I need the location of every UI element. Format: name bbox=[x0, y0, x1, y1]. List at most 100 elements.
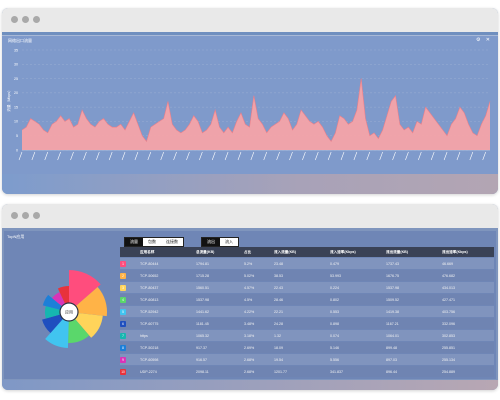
cell-out-rate: 476.682 bbox=[442, 273, 455, 278]
panel-title: TopN应用 bbox=[7, 234, 25, 239]
table-row[interactable]: 2 TCP-50652 1715.28 5.02% 38.53 53.993 1676.75… bbox=[120, 270, 494, 281]
x-tick-mark bbox=[186, 151, 190, 161]
x-tick-mark bbox=[199, 151, 203, 161]
x-tick-mark bbox=[392, 151, 396, 161]
traffic-window: 0 5 10 15 20 25 30 35 流量（Mbps） 网络出口流量 ⚙ ✕ bbox=[2, 8, 498, 194]
cell-name: TCP-50652 bbox=[140, 273, 159, 278]
cell-in-rate: 0.224 bbox=[330, 285, 339, 290]
cell-in-traffic: 18.09 bbox=[274, 345, 283, 350]
cell-pct: 2.68% bbox=[244, 357, 255, 362]
cell-out-traffic: 1737.43 bbox=[386, 261, 399, 266]
rank-badge: 5 bbox=[120, 308, 126, 315]
tab-outbound[interactable]: 流出 bbox=[202, 238, 220, 246]
traffic-chart-panel: 0 5 10 15 20 25 30 35 流量（Mbps） 网络出口流量 ⚙ ✕ bbox=[2, 35, 498, 175]
table-row[interactable]: 6 TCP-60775 1181.45 3.48% 24.28 0.898 1167.21 3… bbox=[120, 318, 494, 329]
rank-badge: 2 bbox=[120, 272, 126, 279]
cell-in-rate: 53.993 bbox=[330, 273, 341, 278]
cell-in-rate: 0.479 bbox=[330, 261, 339, 266]
window-titlebar bbox=[2, 8, 498, 32]
cell-total: 916.57 bbox=[196, 357, 207, 362]
rank-cell: 9 bbox=[120, 356, 140, 363]
header-in-rate: 流入速率(Kbps) bbox=[330, 249, 356, 254]
cell-name: TCP-52942 bbox=[140, 309, 159, 314]
y-tick-label: 5 bbox=[16, 134, 18, 138]
x-tick-mark bbox=[57, 151, 61, 161]
window-footer bbox=[2, 174, 498, 194]
y-tick-label: 0 bbox=[16, 148, 18, 152]
cell-pct: 3.18% bbox=[244, 333, 255, 338]
cell-out-rate: 255.851 bbox=[442, 345, 455, 350]
cell-total: 1441.62 bbox=[196, 309, 209, 314]
cell-out-traffic: 1419.38 bbox=[386, 309, 399, 314]
rank-badge: 3 bbox=[120, 284, 126, 291]
rank-badge: 10 bbox=[120, 368, 126, 375]
x-tick-mark bbox=[211, 151, 216, 161]
cell-out-traffic: 1537.98 bbox=[386, 285, 399, 290]
cell-pct: 2.68% bbox=[244, 369, 255, 374]
window-control-dot[interactable] bbox=[11, 16, 18, 23]
rank-cell: 8 bbox=[120, 344, 140, 351]
table-row[interactable]: 10 UDP-2274 2098.11 2.68% 1201.77 341.837 896.… bbox=[120, 366, 494, 377]
cell-in-rate: 0.802 bbox=[330, 297, 339, 302]
x-tick-mark bbox=[44, 151, 49, 161]
cell-in-rate: 5.146 bbox=[330, 345, 339, 350]
cell-name: TCP-60813 bbox=[140, 297, 159, 302]
window-control-dot[interactable] bbox=[33, 16, 40, 23]
cell-in-rate: 0.898 bbox=[330, 321, 339, 326]
x-tick-mark bbox=[327, 151, 332, 161]
pie-center-label: 应用 bbox=[65, 308, 73, 314]
header-out-rate: 流出速率(Kbps) bbox=[442, 249, 468, 254]
panel-tools-icons[interactable]: ⚙ ✕ bbox=[476, 37, 492, 43]
rank-cell: 7 bbox=[120, 332, 140, 339]
window-titlebar bbox=[2, 204, 498, 228]
x-tick-mark bbox=[314, 151, 319, 161]
table-row[interactable]: 5 TCP-52942 1441.62 4.22% 22.21 0.553 1419.38 4… bbox=[120, 306, 494, 317]
table-row[interactable]: 3 TCP-80437 1560.51 4.57% 22.43 0.224 1537.98 4… bbox=[120, 282, 494, 293]
cell-total: 1794.81 bbox=[196, 261, 209, 266]
window-control-dot[interactable] bbox=[11, 212, 18, 219]
tab-packets[interactable]: 包数 bbox=[143, 238, 161, 246]
cell-out-traffic: 1167.21 bbox=[386, 321, 399, 326]
tab-connections[interactable]: 连接数 bbox=[161, 238, 183, 246]
header-out-traffic: 流出流量(KB) bbox=[386, 249, 408, 254]
table-row[interactable]: 4 TCP-60813 1537.98 4.5% 28.46 0.802 1509.52 42… bbox=[120, 294, 494, 305]
cell-out-rate: 403.756 bbox=[442, 309, 455, 314]
window-control-dot[interactable] bbox=[22, 16, 29, 23]
traffic-area-chart: 0 5 10 15 20 25 30 35 流量（Mbps） bbox=[6, 48, 491, 161]
cell-pct: 5.2% bbox=[244, 261, 253, 266]
x-tick-mark bbox=[134, 151, 139, 161]
rank-cell: 1 bbox=[120, 260, 140, 267]
window-footer bbox=[2, 380, 498, 390]
cell-name: TCP-80437 bbox=[140, 285, 159, 290]
table-row[interactable]: 1 TCP-80444 1794.81 5.2% 23.48 0.479 1737.43 46… bbox=[120, 258, 494, 269]
x-tick-mark bbox=[70, 151, 74, 161]
x-tick-mark bbox=[353, 151, 358, 161]
cell-total: 1560.51 bbox=[196, 285, 209, 290]
window-control-dot[interactable] bbox=[22, 212, 29, 219]
cell-in-traffic: 1201.77 bbox=[274, 369, 287, 374]
x-tick-mark bbox=[173, 151, 177, 161]
window-control-dot[interactable] bbox=[33, 212, 40, 219]
cell-in-rate: 5.556 bbox=[330, 357, 339, 362]
topn-window: TopN应用 流量 包数 连接数 流出 流入 应用 应用名称 总流量(KB) 占… bbox=[2, 204, 498, 390]
table-row[interactable]: 8 TCP-50218 917.37 2.69% 18.09 5.146 899.48 255… bbox=[120, 342, 494, 353]
cell-out-rate: 46.669 bbox=[442, 261, 453, 266]
x-tick-mark bbox=[108, 151, 113, 161]
traffic-area-series bbox=[22, 78, 490, 150]
y-tick-label: 35 bbox=[14, 48, 18, 52]
cell-total: 1715.28 bbox=[196, 273, 209, 278]
x-tick-mark bbox=[379, 151, 383, 161]
tab-inbound[interactable]: 流入 bbox=[220, 238, 238, 246]
rank-badge: 8 bbox=[120, 344, 126, 351]
table-row[interactable]: 7 https 1065.32 3.18% 1.32 0.074 1064.01 302.85… bbox=[120, 330, 494, 341]
cell-name: UDP-2274 bbox=[140, 369, 157, 374]
cell-in-rate: 0.074 bbox=[330, 333, 339, 338]
y-axis-label: 流量（Mbps） bbox=[6, 88, 11, 111]
cell-out-rate: 255.134 bbox=[442, 357, 455, 362]
table-row[interactable]: 9 TCP-60598 916.57 2.68% 19.54 5.556 897.03 255… bbox=[120, 354, 494, 365]
cell-in-traffic: 38.53 bbox=[274, 273, 283, 278]
x-tick-mark bbox=[469, 151, 474, 161]
topn-pie-chart: 应用 bbox=[42, 270, 107, 348]
tab-traffic[interactable]: 流量 bbox=[125, 238, 143, 246]
cell-in-traffic: 24.28 bbox=[274, 321, 283, 326]
